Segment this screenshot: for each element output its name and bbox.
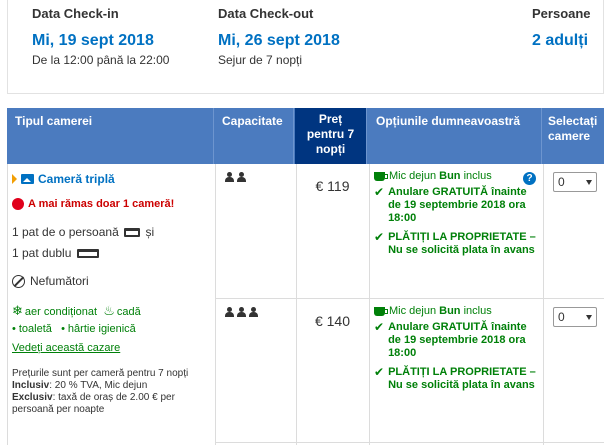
- pay-at-property: ✔ PLĂTIȚI LA PROPRIETATE – Nu se solicit…: [374, 366, 538, 392]
- bullet-icon: •: [61, 323, 65, 335]
- amenities: ❄ aer condiționat ♨ cadă • toaletă • hârtie …: [12, 302, 215, 338]
- breakfast-included: Mic dejun Bun inclus: [374, 170, 538, 182]
- checkin-block: Data Check-in Mi, 19 sept 2018 De la 12:…: [32, 6, 169, 67]
- checkout-date[interactable]: Mi, 26 sept 2018: [218, 32, 340, 50]
- amenity-ac: aer condiționat: [24, 306, 98, 318]
- breakfast-text: Mic dejun: [389, 305, 437, 317]
- view-room-link[interactable]: Vedeți această cazare: [12, 342, 120, 354]
- room-title[interactable]: Cameră triplă: [12, 172, 215, 186]
- breakfast-included-text: inclus: [463, 170, 492, 182]
- capacity-2-persons: [216, 164, 296, 183]
- dropdown-caret-icon: [586, 315, 592, 320]
- header-select-rooms: Selectați camere: [548, 114, 598, 143]
- no-smoking-icon: [12, 274, 25, 288]
- persons-block: Persoane 2 adulți: [532, 6, 591, 53]
- bed-configuration: 1 pat de o persoană și 1 pat dublu: [12, 222, 215, 264]
- single-bed-text: 1 pat de o persoană: [12, 225, 119, 239]
- breakfast-rating: Bun: [439, 305, 461, 317]
- alert-dot-icon: [12, 198, 24, 210]
- check-icon: ✔: [374, 230, 385, 244]
- free-cancellation-text: Anulare GRATUITĂ înainte de 19 septembri…: [388, 321, 527, 359]
- amenity-toilet: toaletă: [18, 323, 52, 335]
- person-icon: [236, 172, 247, 183]
- coffee-cup-icon: [374, 306, 388, 316]
- table-body: Cameră triplă A mai rămas doar 1 cameră!…: [7, 164, 604, 445]
- free-cancellation: ✔ Anulare GRATUITĂ înainte de 19 septemb…: [374, 186, 538, 225]
- included-text: : 20 % TVA, Mic dejun: [49, 380, 148, 391]
- options-row-1: Mic dejun Bun inclus ? ✔ Anulare GRATUIT…: [370, 164, 542, 298]
- double-bed-text: 1 pat dublu: [12, 246, 72, 260]
- included-label: Inclusiv: [12, 380, 50, 391]
- capacity-3-persons: [216, 299, 296, 318]
- amenity-bathtub: cadă: [116, 306, 141, 318]
- person-icon: [248, 307, 259, 318]
- pay-at-property: ✔ PLĂTIȚI LA PROPRIETATE – Nu se solicit…: [374, 231, 538, 257]
- breakfast-text: Mic dejun: [389, 170, 437, 182]
- header-price: Preț pentru 7 nopți: [295, 108, 367, 164]
- pay-at-property-text: PLĂTIȚI LA PROPRIETATE – Nu se solicită …: [388, 366, 536, 391]
- checkout-label: Data Check-out: [218, 6, 314, 21]
- snowflake-icon: ❄: [12, 303, 23, 318]
- pay-at-property-text: PLĂTIȚI LA PROPRIETATE – Nu se solicită …: [388, 231, 536, 256]
- stay-summary: Data Check-in Mi, 19 sept 2018 De la 12:…: [7, 0, 604, 94]
- room-name-link[interactable]: Cameră triplă: [38, 172, 115, 186]
- row-divider: [216, 442, 604, 443]
- checkout-block: Data Check-out Mi, 26 sept 2018 Sejur de…: [218, 6, 340, 67]
- check-icon: ✔: [374, 365, 385, 379]
- double-bed-icon: [76, 249, 99, 259]
- bed-join-text: și: [145, 225, 155, 239]
- checkin-hours: De la 12:00 până la 22:00: [32, 53, 170, 67]
- table-header: Tipul camerei Capacitate Preț pentru 7 n…: [7, 108, 604, 164]
- room-info: Cameră triplă A mai rămas doar 1 cameră!…: [8, 164, 215, 416]
- header-options: Opțiunile dumneavoastră: [368, 108, 542, 164]
- checkin-date[interactable]: Mi, 19 sept 2018: [32, 32, 169, 50]
- header-room-type: Tipul camerei: [7, 108, 214, 164]
- price-row-2: € 140: [314, 313, 351, 329]
- options-row-2: Mic dejun Bun inclus ✔ Anulare GRATUITĂ …: [370, 299, 542, 442]
- persons-label: Persoane: [532, 6, 591, 21]
- price-note: Prețurile sunt per cameră pentru 7 nopți…: [12, 368, 215, 416]
- checkin-label: Data Check-in: [32, 6, 119, 21]
- room-count-select-row-2[interactable]: 0: [553, 307, 597, 327]
- availability-text: A mai rămas doar 1 cameră!: [28, 198, 175, 210]
- non-smoking: Nefumători: [12, 274, 215, 288]
- amenity-toilet-paper: hârtie igienică: [67, 323, 136, 335]
- header-capacity: Capacitate: [214, 108, 294, 164]
- expand-arrow-icon[interactable]: [12, 174, 17, 184]
- free-cancellation-text: Anulare GRATUITĂ înainte de 19 septembri…: [388, 186, 527, 224]
- dropdown-caret-icon: [586, 180, 592, 185]
- selected-count: 0: [558, 310, 565, 324]
- non-smoking-text: Nefumători: [30, 274, 89, 288]
- price-row-1: € 119: [315, 178, 350, 194]
- column-divider: [543, 164, 544, 445]
- availability-alert: A mai rămas doar 1 cameră!: [12, 198, 215, 210]
- room-count-select-row-1[interactable]: 0: [553, 172, 597, 192]
- stay-length: Sejur de 7 nopți: [218, 53, 303, 67]
- person-icon: [236, 307, 247, 318]
- price-note-line: Prețurile sunt per cameră pentru 7 nopți: [12, 368, 189, 379]
- person-icon: [224, 307, 235, 318]
- rooms-table: Tipul camerei Capacitate Preț pentru 7 n…: [7, 108, 604, 445]
- free-cancellation: ✔ Anulare GRATUITĂ înainte de 19 septemb…: [374, 321, 538, 360]
- excluded-label: Exclusiv: [12, 392, 53, 403]
- persons-value[interactable]: 2 adulți: [532, 32, 591, 50]
- info-icon[interactable]: ?: [523, 172, 536, 185]
- breakfast-included-text: inclus: [463, 305, 492, 317]
- photo-icon[interactable]: [21, 174, 34, 184]
- single-bed-icon: [124, 228, 141, 238]
- check-icon: ✔: [374, 320, 385, 334]
- person-icon: [224, 172, 235, 183]
- coffee-cup-icon: [374, 171, 388, 181]
- check-icon: ✔: [374, 185, 385, 199]
- bathtub-icon: ♨: [103, 303, 115, 318]
- bullet-icon: •: [12, 323, 16, 335]
- breakfast-rating: Bun: [439, 170, 461, 182]
- selected-count: 0: [558, 175, 565, 189]
- breakfast-included: Mic dejun Bun inclus: [374, 305, 538, 317]
